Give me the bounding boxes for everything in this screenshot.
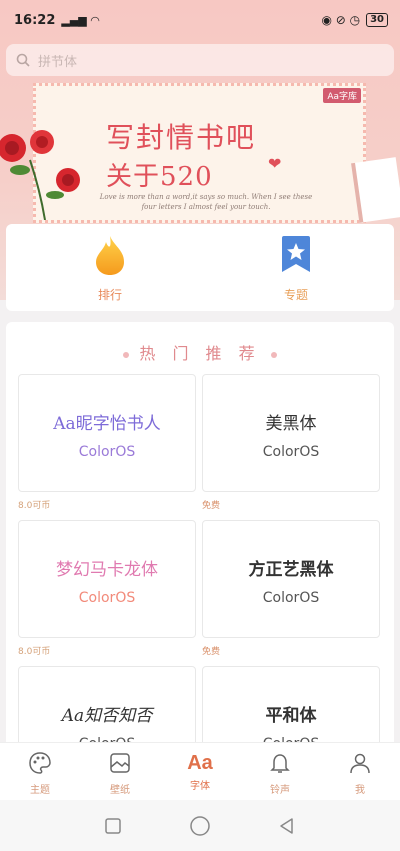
image-icon [110,753,130,773]
font-price: 免费 [202,647,221,657]
back-icon[interactable] [278,817,296,835]
bookmark-star-icon [282,236,310,272]
title-dot-left [123,351,130,358]
banner-title-line2: 关于520 [106,162,213,192]
bell-icon [270,754,290,773]
search-bar[interactable]: 拼节体 [6,44,394,76]
person-icon [350,753,370,774]
font-price: 8.0可币 [18,647,51,657]
font-price: 免费 [202,501,221,511]
tab-wallpaper[interactable]: 壁纸 [80,743,160,800]
status-time: 16:22 [14,12,56,28]
font-name: Aa知否知否 [61,706,153,726]
heart-icon: ❤ [268,154,282,173]
tab-label: 铃声 [270,785,290,796]
font-card[interactable]: 方正艺黑体 ColorOS [202,520,380,638]
font-sample: ColorOS [262,590,320,606]
tab-ringtone[interactable]: 铃声 [240,743,320,800]
font-icon: Aa [187,752,213,774]
status-bar: 16:22 ▂▄▆ ◠ ◉ ⊘ ◷ 30 [0,0,400,40]
flame-icon [96,236,124,275]
bottom-tab-bar: 主题 壁纸 Aa 字体 铃声 我 [0,742,400,800]
quick-item-ranking[interactable]: 排行 [50,234,170,303]
title-dot-right [270,351,277,358]
banner-badge: Aa字库 [323,88,361,103]
search-icon [16,53,30,67]
tab-theme[interactable]: 主题 [0,743,80,800]
font-sample: ColorOS [78,444,136,460]
roses-illustration [0,130,80,220]
font-card[interactable]: 梦幻马卡龙体 ColorOS [18,520,196,638]
home-icon[interactable] [189,815,211,837]
search-placeholder: 拼节体 [38,54,78,70]
system-nav-bar [0,800,400,851]
font-card[interactable]: Aa昵字怡书人 ColorOS [18,374,196,492]
font-name: 梦幻马卡龙体 [56,560,158,580]
hot-title-text: 热 门 推 荐 [139,344,261,363]
palette-icon [29,752,51,774]
tab-me[interactable]: 我 [320,743,400,800]
tab-label: 主题 [30,785,50,796]
battery-icon: 30 [366,13,388,27]
font-sample: ColorOS [78,590,136,606]
tab-label: 我 [355,785,365,796]
status-icons: ◉ ⊘ ◷ [321,13,361,27]
envelope-illustration [351,157,400,223]
tab-font[interactable]: Aa 字体 [160,743,240,800]
signal-icon: ▂▄▆ ◠ [61,13,100,27]
font-name: 方正艺黑体 [248,560,334,580]
tab-label: 壁纸 [110,785,130,796]
font-name: 平和体 [265,706,317,726]
banner-subtitle: Love is more than a word,it says so much… [99,193,313,211]
banner-title-line1: 写封情书吧 [106,121,257,154]
font-card[interactable]: 美黑体 ColorOS [202,374,380,492]
font-price: 8.0可币 [18,501,51,511]
tab-label: 字体 [190,781,210,792]
font-sample: ColorOS [262,444,320,460]
recents-icon[interactable] [104,817,122,835]
quick-label-topics: 专题 [283,288,308,302]
font-name: Aa昵字怡书人 [53,414,161,434]
quick-menu: 排行 专题 [6,224,394,311]
font-name: 美黑体 [265,414,317,434]
quick-label-ranking: 排行 [97,288,122,302]
quick-item-topics[interactable]: 专题 [236,234,356,303]
hot-title: 热 门 推 荐 [6,340,394,364]
